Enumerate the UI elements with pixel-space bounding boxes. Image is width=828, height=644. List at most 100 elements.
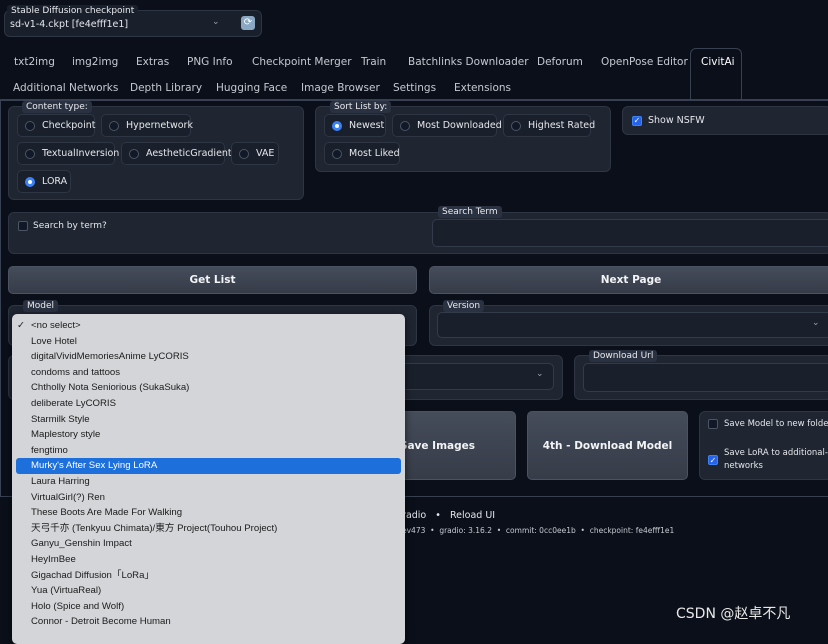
show-nsfw-group[interactable]: ✓ Show NSFW [622, 106, 828, 135]
chevron-down-icon: ⌄ [536, 369, 544, 379]
checkbox-checked-icon[interactable]: ✓ [708, 455, 718, 465]
model-option[interactable]: Holo (Spice and Wolf) [16, 599, 401, 615]
radio-label: Hypernetwork [126, 120, 193, 131]
radio-highest-rated[interactable]: Highest Rated [503, 114, 595, 137]
search-by-term-label: Search by term? [33, 221, 107, 231]
model-option[interactable]: Murky's After Sex Lying LoRA [16, 458, 401, 474]
tab-image-browser[interactable]: Image Browser [301, 82, 380, 94]
model-option[interactable]: Laura Harring [16, 474, 401, 490]
radio-aestheticgradient[interactable]: AestheticGradient [121, 142, 232, 165]
checkbox-checked-icon[interactable]: ✓ [632, 115, 642, 126]
download-model-button[interactable]: 4th - Download Model [527, 411, 688, 480]
tab-img2img[interactable]: img2img [72, 56, 118, 68]
model-option[interactable]: fengtimo [16, 443, 401, 459]
tab-extensions[interactable]: Extensions [454, 82, 511, 94]
model-option-label: Maplestory style [31, 429, 101, 441]
tab-settings[interactable]: Settings [393, 82, 436, 94]
version-select[interactable] [437, 312, 828, 338]
save-model-new-folder-checkbox[interactable]: Save Model to new folder [708, 419, 828, 429]
tab-openpose-editor[interactable]: OpenPose Editor [601, 56, 688, 68]
model-option[interactable]: Gigachad Diffusion「LoRa」 [16, 568, 401, 584]
search-by-term-checkbox[interactable]: Search by term? [18, 221, 107, 231]
radio-textualinversion[interactable]: TextualInversion [17, 142, 119, 165]
radio-label: Checkpoint [42, 120, 96, 131]
model-option[interactable]: digitalVividMemoriesAnime LyCORIS [16, 349, 401, 365]
model-option-label: Starmilk Style [31, 413, 90, 425]
radio-label: Most Liked [349, 148, 400, 159]
save-model-new-folder-label: Save Model to new folder [724, 419, 828, 429]
model-option[interactable]: Starmilk Style [16, 412, 401, 428]
model-option[interactable]: condoms and tattoos [16, 365, 401, 381]
model-option[interactable]: ✓ <no select> [16, 318, 401, 334]
radio-checkpoint[interactable]: Checkpoint [17, 114, 95, 137]
sort-label: Sort List by: [330, 101, 392, 113]
model-option-label: Yua (VirtuaReal) [31, 585, 102, 597]
radio-label: Highest Rated [528, 120, 596, 131]
chevron-down-icon: ⌄ [812, 318, 820, 328]
show-nsfw-label: Show NSFW [648, 115, 705, 126]
model-option-label: digitalVividMemoriesAnime LyCORIS [31, 351, 189, 363]
model-option[interactable]: Maplestory style [16, 427, 401, 443]
tab-train[interactable]: Train [361, 56, 386, 68]
checkmark-icon: ✓ [17, 320, 26, 331]
model-option-label: VirtualGirl(?) Ren [31, 491, 105, 503]
tab-batchlinks-downloader[interactable]: Batchlinks Downloader [408, 56, 529, 68]
model-option[interactable]: 天弓千亦 (Tenkyuu Chimata)/東方 Project(Touhou… [16, 521, 401, 537]
tab-hugging-face[interactable]: Hugging Face [216, 82, 287, 94]
model-option-label: Chtholly Nota Seniorious (SukaSuka) [31, 382, 190, 394]
model-option-label: Holo (Spice and Wolf) [31, 600, 125, 612]
model-option-label: HeyImBee [31, 553, 76, 565]
model-option-label: 天弓千亦 (Tenkyuu Chimata)/東方 Project(Touhou… [31, 522, 278, 534]
radio-vae[interactable]: VAE [231, 142, 279, 165]
next-page-button[interactable]: Next Page [429, 266, 828, 294]
model-option[interactable]: These Boots Are Made For Walking [16, 505, 401, 521]
footer-version: ev473 • gradio: 3.16.2 • commit: 0cc0ee1… [402, 526, 675, 535]
model-label: Model [23, 300, 59, 312]
watermark: CSDN @赵卓不凡 [676, 606, 791, 622]
model-option-label: Murky's After Sex Lying LoRA [31, 460, 158, 472]
radio-label: TextualInversion [42, 148, 120, 159]
model-option-label: deliberate LyCORIS [31, 397, 116, 409]
model-option-label: These Boots Are Made For Walking [31, 507, 183, 519]
model-option[interactable]: Love Hotel [16, 334, 401, 350]
radio-label: VAE [256, 148, 275, 159]
tab-additional-networks[interactable]: Additional Networks [13, 82, 118, 94]
radio-lora[interactable]: LORA [17, 170, 71, 193]
tab-checkpoint-merger[interactable]: Checkpoint Merger [252, 56, 352, 68]
model-option[interactable]: HeyImBee [16, 552, 401, 568]
chevron-down-icon: ⌄ [212, 17, 220, 27]
model-dropdown-list[interactable]: ✓ <no select> Love Hotel digitalVividMemori… [12, 314, 405, 644]
model-option[interactable]: deliberate LyCORIS [16, 396, 401, 412]
radio-hypernetwork[interactable]: Hypernetwork [101, 114, 193, 137]
model-option-label: Ganyu_Genshin Impact [31, 538, 132, 550]
model-option[interactable]: Chtholly Nota Seniorious (SukaSuka) [16, 380, 401, 396]
refresh-button[interactable]: ⟳ [241, 16, 255, 30]
tab-depth-library[interactable]: Depth Library [130, 82, 202, 94]
model-option-label: condoms and tattoos [31, 366, 121, 378]
refresh-icon: ⟳ [243, 17, 253, 28]
radio-most-liked[interactable]: Most Liked [324, 142, 400, 165]
radio-most-downloaded[interactable]: Most Downloaded [392, 114, 502, 137]
tab-png-info[interactable]: PNG Info [187, 56, 233, 68]
model-option[interactable]: Ganyu_Genshin Impact [16, 536, 401, 552]
tab-extras[interactable]: Extras [136, 56, 169, 68]
model-option-label: <no select> [31, 320, 81, 331]
content-type-label: Content type: [22, 101, 92, 113]
model-option-label: fengtimo [31, 444, 68, 456]
model-option[interactable]: VirtualGirl(?) Ren [16, 490, 401, 506]
get-list-button[interactable]: Get List [8, 266, 417, 294]
tab-txt2img[interactable]: txt2img [14, 56, 55, 68]
download-url-input[interactable] [583, 363, 828, 392]
search-term-input[interactable] [432, 219, 828, 247]
tab-deforum[interactable]: Deforum [537, 56, 583, 68]
save-lora-additional-networks-checkbox[interactable]: ✓ Save LoRA to additional-networks [708, 447, 828, 473]
radio-label: LORA [42, 176, 68, 187]
model-option-label: Love Hotel [31, 335, 77, 347]
model-option[interactable]: Yua (VirtuaReal) [16, 583, 401, 599]
model-option[interactable]: Connor - Detroit Become Human [16, 614, 401, 630]
download-url-label: Download Url [589, 350, 658, 362]
tab-civitai[interactable]: CivitAi [701, 56, 735, 68]
version-label: Version [443, 300, 485, 312]
footer-link-reload-ui[interactable]: Reload UI [450, 510, 495, 521]
radio-newest[interactable]: Newest [324, 114, 386, 137]
